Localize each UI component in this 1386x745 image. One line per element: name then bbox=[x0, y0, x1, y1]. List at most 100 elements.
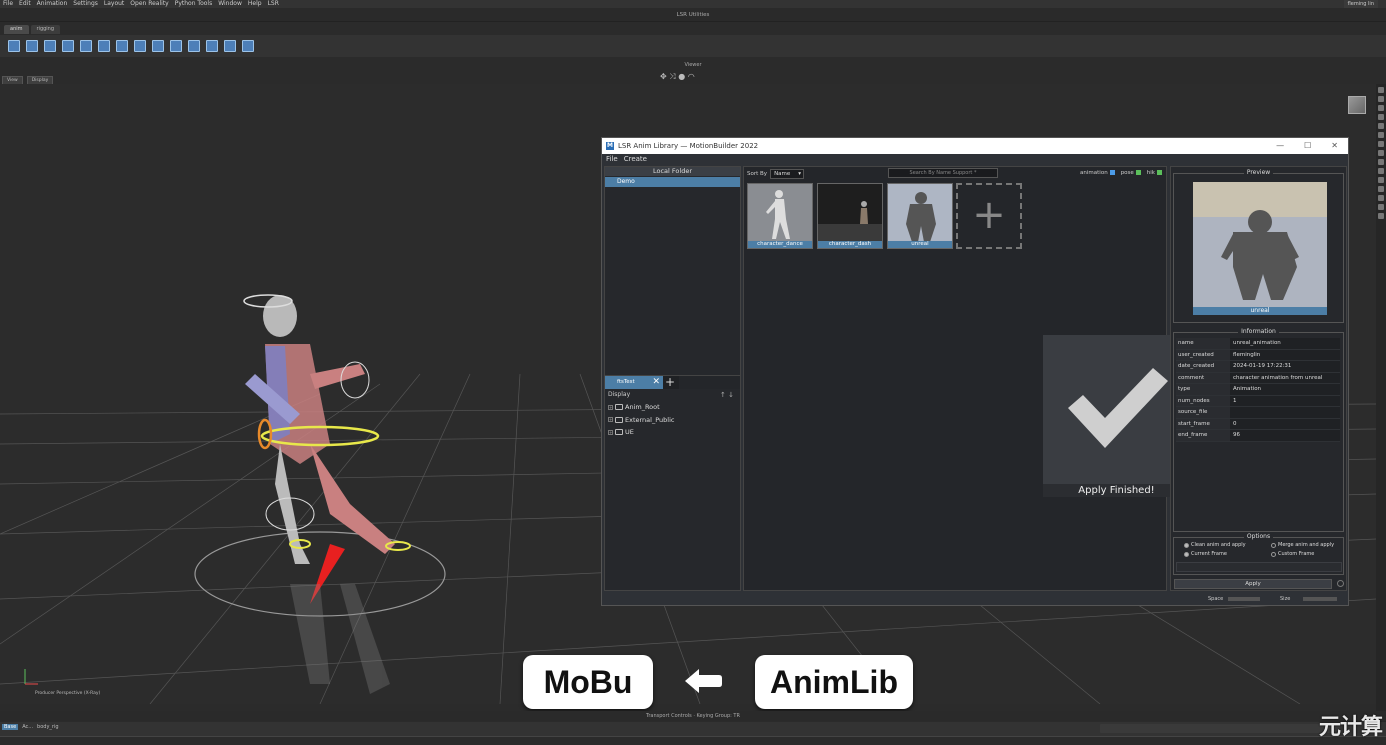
tab-anim[interactable]: anim bbox=[4, 25, 29, 34]
strip-icon[interactable] bbox=[1378, 105, 1384, 111]
tool-icon[interactable] bbox=[242, 40, 254, 52]
menu-help[interactable]: Help bbox=[248, 0, 262, 8]
strip-icon[interactable] bbox=[1378, 141, 1384, 147]
strip-icon[interactable] bbox=[1378, 96, 1384, 102]
minimize-icon[interactable]: — bbox=[1276, 138, 1284, 154]
menu-open-reality[interactable]: Open Reality bbox=[130, 0, 168, 8]
space-slider[interactable] bbox=[1228, 597, 1260, 601]
tool-icon[interactable] bbox=[80, 40, 92, 52]
apply-button[interactable]: Apply bbox=[1174, 579, 1332, 589]
strip-icon[interactable] bbox=[1378, 123, 1384, 129]
anim-thumbnail[interactable]: character_dance bbox=[747, 183, 813, 249]
filter-pose[interactable]: pose bbox=[1121, 167, 1141, 180]
menu-file[interactable]: File bbox=[606, 154, 618, 165]
strip-icon[interactable] bbox=[1378, 213, 1384, 219]
strip-icon[interactable] bbox=[1378, 186, 1384, 192]
filter-hik[interactable]: hik bbox=[1147, 167, 1162, 180]
menu-layout[interactable]: Layout bbox=[104, 0, 124, 8]
anim-thumbnail[interactable]: unreal bbox=[887, 183, 953, 249]
tool-icon[interactable] bbox=[224, 40, 236, 52]
gear-icon[interactable] bbox=[1337, 580, 1344, 587]
option-custom-frame[interactable]: Custom Frame bbox=[1271, 551, 1314, 557]
strip-icon[interactable] bbox=[1378, 150, 1384, 156]
options-group: Options Clean anim and apply Merge anim … bbox=[1173, 533, 1344, 575]
option-current-frame[interactable]: Current Frame bbox=[1184, 551, 1227, 557]
menu-file[interactable]: File bbox=[3, 0, 13, 8]
menu-create[interactable]: Create bbox=[624, 154, 647, 165]
view-cube-icon[interactable] bbox=[1348, 96, 1366, 114]
layer-base[interactable]: Base bbox=[2, 724, 19, 730]
perspective-label: Producer Perspective (X-Ray) bbox=[35, 691, 101, 696]
radio-icon bbox=[1184, 542, 1189, 548]
thumbnail-image bbox=[906, 192, 936, 242]
strip-icon[interactable] bbox=[1378, 159, 1384, 165]
close-icon[interactable]: ✕ bbox=[1331, 138, 1338, 154]
option-clean-anim[interactable]: Clean anim and apply bbox=[1184, 542, 1246, 548]
menu-window[interactable]: Window bbox=[218, 0, 242, 8]
details-panel: Preview unreal Information name unreal_an… bbox=[1170, 166, 1347, 591]
info-row: end_frame 96 bbox=[1176, 430, 1340, 442]
tool-icon[interactable] bbox=[170, 40, 182, 52]
tool-icon[interactable] bbox=[26, 40, 38, 52]
folder-item-demo[interactable]: Demo bbox=[605, 177, 740, 187]
strip-icon[interactable] bbox=[1378, 114, 1384, 120]
tool-icon[interactable] bbox=[134, 40, 146, 52]
checkbox-icon bbox=[1109, 170, 1115, 175]
expand-icon[interactable]: + bbox=[608, 429, 613, 435]
menu-animation[interactable]: Animation bbox=[37, 0, 68, 8]
layer-ac[interactable]: Ac... bbox=[22, 724, 33, 730]
plus-icon: + bbox=[972, 192, 1006, 238]
tool-icon[interactable] bbox=[44, 40, 56, 52]
tool-icon[interactable] bbox=[116, 40, 128, 52]
tool-icon[interactable] bbox=[8, 40, 20, 52]
expand-icon[interactable]: + bbox=[608, 404, 613, 410]
take-name[interactable]: body_rig bbox=[37, 724, 58, 730]
timeline-ruler[interactable] bbox=[0, 736, 1386, 745]
tree-item[interactable]: + External_Public bbox=[605, 414, 740, 427]
type-filters: animation pose hik bbox=[1080, 167, 1162, 180]
filter-animation[interactable]: animation bbox=[1080, 167, 1115, 180]
strip-icon[interactable] bbox=[1378, 177, 1384, 183]
size-label: Size bbox=[1280, 596, 1291, 602]
frame-range-field[interactable] bbox=[1176, 562, 1342, 572]
tree-item[interactable]: + Anim_Root bbox=[605, 401, 740, 414]
user-chip[interactable]: fleming lin bbox=[1343, 0, 1378, 8]
tree-item[interactable]: + UE bbox=[605, 426, 740, 439]
playback-controls[interactable] bbox=[1100, 724, 1340, 733]
menu-settings[interactable]: Settings bbox=[73, 0, 98, 8]
add-tab-icon[interactable]: + bbox=[663, 376, 677, 389]
size-slider[interactable] bbox=[1303, 597, 1337, 601]
maximize-icon[interactable]: ☐ bbox=[1304, 138, 1311, 154]
add-animation-button[interactable]: + bbox=[956, 183, 1022, 249]
thumbnail-label: unreal bbox=[888, 241, 952, 248]
strip-icon[interactable] bbox=[1378, 87, 1384, 93]
strip-icon[interactable] bbox=[1378, 132, 1384, 138]
sort-select[interactable]: Name ▾ bbox=[770, 168, 805, 179]
menu-lsr[interactable]: LSR bbox=[268, 0, 279, 8]
anim-thumbnail[interactable]: character_dash bbox=[817, 183, 883, 249]
menu-edit[interactable]: Edit bbox=[19, 0, 31, 8]
display-row: Display ↑ ↓ bbox=[605, 389, 740, 401]
tool-icon[interactable] bbox=[62, 40, 74, 52]
sort-arrows-icon[interactable]: ↑ ↓ bbox=[720, 389, 734, 401]
info-row: comment character animation from unreal bbox=[1176, 372, 1340, 384]
tab-rigging[interactable]: rigging bbox=[30, 25, 61, 34]
tool-icon[interactable] bbox=[206, 40, 218, 52]
viewer-nav-controls[interactable]: ✥ ⤨ ● ◠ bbox=[660, 72, 695, 82]
tool-icon[interactable] bbox=[188, 40, 200, 52]
close-tab-icon[interactable]: ✕ bbox=[652, 376, 660, 389]
info-row: start_frame 0 bbox=[1176, 418, 1340, 430]
window-titlebar[interactable]: M LSR Anim Library — MotionBuilder 2022 … bbox=[602, 138, 1348, 154]
option-merge-anim[interactable]: Merge anim and apply bbox=[1271, 542, 1334, 548]
search-input[interactable]: Search By Name Support * bbox=[888, 168, 998, 178]
library-grid-panel: Sort By Name ▾ Search By Name Support * … bbox=[743, 166, 1190, 591]
menu-python-tools[interactable]: Python Tools bbox=[175, 0, 213, 8]
expand-icon[interactable]: + bbox=[608, 417, 613, 423]
tool-icon[interactable] bbox=[152, 40, 164, 52]
strip-icon[interactable] bbox=[1378, 168, 1384, 174]
tool-icon[interactable] bbox=[98, 40, 110, 52]
filter-tab[interactable]: ftsTest ✕ bbox=[605, 376, 663, 389]
strip-icon[interactable] bbox=[1378, 195, 1384, 201]
strip-icon[interactable] bbox=[1378, 204, 1384, 210]
top-tabs: anim rigging bbox=[0, 25, 61, 35]
